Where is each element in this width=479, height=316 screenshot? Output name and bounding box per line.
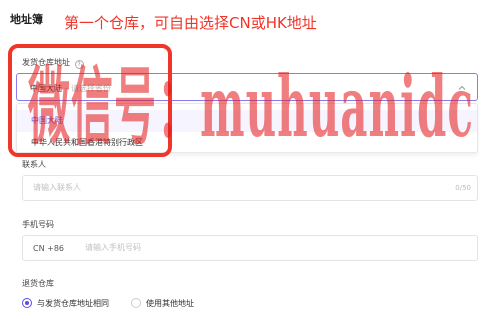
annotation-text: 第一个仓库，可自由选择CN或HK地址 bbox=[64, 14, 317, 32]
radio-other-address-label: 使用其他地址 bbox=[146, 298, 194, 308]
region-option-mainland[interactable]: 中国大陆 bbox=[17, 110, 477, 132]
return-warehouse-radio-group: 与发货仓库地址相同 使用其他地址 bbox=[22, 296, 216, 310]
ship-warehouse-label: 发货仓库地址 ? bbox=[22, 57, 84, 69]
select-value: 中国大陆 - 请选择省份 bbox=[30, 83, 111, 94]
contact-label: 联系人 bbox=[22, 160, 46, 169]
page-title: 地址簿 bbox=[10, 13, 43, 26]
warehouse-select[interactable]: 中国大陆 - 请选择省份 bbox=[16, 73, 478, 101]
radio-other-address-dot[interactable] bbox=[131, 298, 141, 308]
contact-input[interactable] bbox=[33, 183, 413, 192]
contact-field[interactable]: 0/50 bbox=[22, 175, 478, 201]
radio-same-address-label: 与发货仓库地址相同 bbox=[37, 298, 109, 308]
region-dropdown: 中国大陆 中华人民共和国香港特别行政区 bbox=[16, 103, 478, 153]
phone-input[interactable] bbox=[85, 243, 385, 252]
phone-label: 手机号码 bbox=[22, 220, 54, 229]
radio-same-address[interactable]: 与发货仓库地址相同 bbox=[22, 298, 109, 309]
radio-other-address[interactable]: 使用其他地址 bbox=[131, 298, 194, 309]
ship-warehouse-label-text: 发货仓库地址 bbox=[22, 58, 70, 67]
contact-char-counter: 0/50 bbox=[455, 184, 471, 192]
chevron-up-icon[interactable] bbox=[457, 83, 467, 93]
selected-region: 中国大陆 bbox=[30, 84, 62, 93]
return-warehouse-label: 退货仓库 bbox=[22, 279, 54, 288]
phone-field[interactable]: CN +86 bbox=[22, 235, 478, 261]
phone-country-prefix[interactable]: CN +86 bbox=[33, 244, 64, 253]
radio-same-address-dot[interactable] bbox=[22, 298, 32, 308]
region-option-hongkong[interactable]: 中华人民共和国香港特别行政区 bbox=[17, 132, 477, 154]
province-placeholder: 请选择省份 bbox=[70, 84, 111, 93]
select-separator: - bbox=[65, 84, 68, 93]
question-circle-icon[interactable]: ? bbox=[74, 60, 84, 69]
